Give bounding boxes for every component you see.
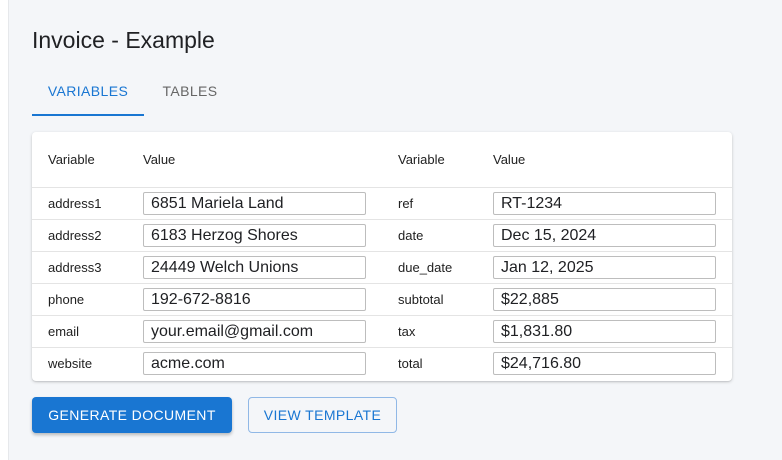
value-input-email[interactable]: your.email@gmail.com	[143, 320, 366, 343]
value-input-tax[interactable]: $1,831.80	[493, 320, 716, 343]
variable-name: date	[398, 228, 424, 243]
table-row: address1 6851 Mariela Land ref RT-1234	[32, 188, 732, 220]
variable-name: phone	[48, 292, 85, 307]
value-input-address3[interactable]: 24449 Welch Unions	[143, 256, 366, 279]
table-row: website acme.com total $24,716.80	[32, 348, 732, 380]
view-template-button[interactable]: VIEW TEMPLATE	[248, 397, 397, 433]
page: Invoice - Example VARIABLES TABLES Varia…	[0, 0, 782, 460]
tab-bar: VARIABLES TABLES	[32, 70, 236, 116]
column-header-variable: Variable	[48, 152, 95, 167]
variables-table: Variable Value Variable Value address1 6…	[32, 132, 732, 381]
generate-document-button[interactable]: GENERATE DOCUMENT	[32, 397, 232, 433]
table-row: phone 192-672-8816 subtotal $22,885	[32, 284, 732, 316]
table-header: Variable Value Variable Value	[32, 132, 732, 188]
column-header-variable: Variable	[398, 152, 445, 167]
variable-name: website	[48, 356, 93, 371]
variable-name: ref	[398, 196, 414, 211]
table-row: email your.email@gmail.com tax $1,831.80	[32, 316, 732, 348]
value-input-address1[interactable]: 6851 Mariela Land	[143, 192, 366, 215]
variable-name: total	[398, 356, 423, 371]
variable-name: email	[48, 324, 80, 339]
page-title: Invoice - Example	[32, 27, 215, 53]
tab-tables[interactable]: TABLES	[144, 70, 236, 116]
value-input-due-date[interactable]: Jan 12, 2025	[493, 256, 716, 279]
value-input-ref[interactable]: RT-1234	[493, 192, 716, 215]
value-input-phone[interactable]: 192-672-8816	[143, 288, 366, 311]
value-input-subtotal[interactable]: $22,885	[493, 288, 716, 311]
value-input-address2[interactable]: 6183 Herzog Shores	[143, 224, 366, 247]
table-row: address3 24449 Welch Unions due_date Jan…	[32, 252, 732, 284]
column-header-value: Value	[493, 152, 526, 167]
column-header-value: Value	[143, 152, 176, 167]
variable-name: address3	[48, 260, 102, 275]
value-input-total[interactable]: $24,716.80	[493, 352, 716, 375]
variable-name: address1	[48, 196, 102, 211]
variable-name: subtotal	[398, 292, 444, 307]
variable-name: tax	[398, 324, 416, 339]
value-input-website[interactable]: acme.com	[143, 352, 366, 375]
tab-variables[interactable]: VARIABLES	[32, 70, 144, 116]
variable-name: address2	[48, 228, 102, 243]
variable-name: due_date	[398, 260, 453, 275]
table-row: address2 6183 Herzog Shores date Dec 15,…	[32, 220, 732, 252]
value-input-date[interactable]: Dec 15, 2024	[493, 224, 716, 247]
